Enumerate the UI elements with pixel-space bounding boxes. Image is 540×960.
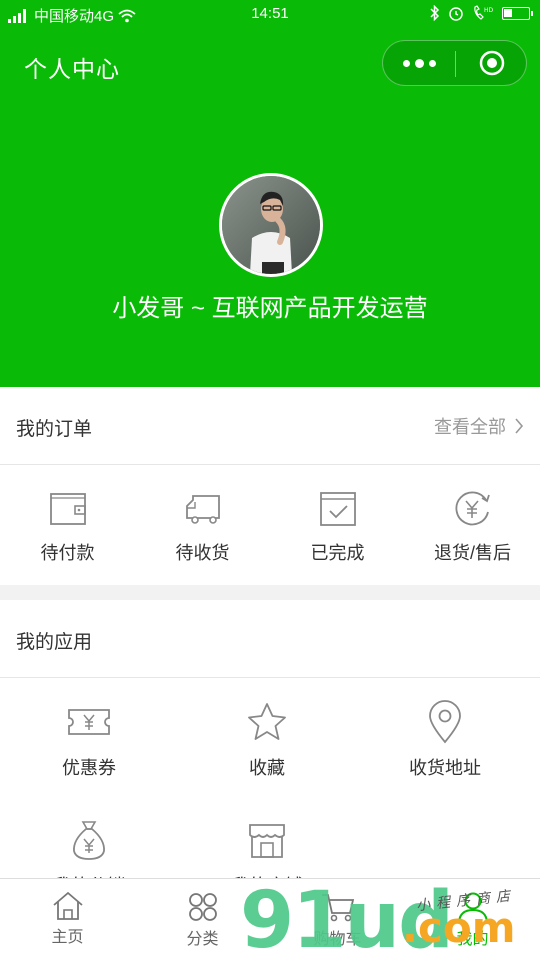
- tab-label: 购物车: [313, 931, 362, 948]
- alarm-icon: [449, 7, 463, 21]
- battery-icon: [502, 6, 533, 20]
- user-icon: [457, 892, 488, 923]
- more-button[interactable]: [383, 41, 455, 85]
- tab-label: 主页: [51, 929, 84, 946]
- order-label: 待付款: [40, 543, 95, 563]
- more-dot-icon: [414, 58, 424, 68]
- mini-program-capsule: [382, 40, 527, 86]
- tab-label: 分类: [186, 931, 219, 948]
- avatar[interactable]: [219, 173, 323, 277]
- wallet-icon: [49, 493, 86, 525]
- apps-header: 我的应用: [0, 600, 540, 678]
- shop-icon: [249, 824, 285, 858]
- check-box-icon: [319, 492, 356, 526]
- app-label: 收货地址: [409, 758, 481, 778]
- target-close-icon: [479, 50, 505, 76]
- username: 小发哥 ~ 互联网产品开发运营: [112, 295, 428, 322]
- order-label: 退货/售后: [433, 543, 511, 563]
- more-dot-icon: [402, 59, 410, 67]
- more-dot-icon: [428, 59, 436, 67]
- category-icon: [188, 893, 217, 921]
- battery-level: [504, 8, 512, 17]
- page-title: 个人中心: [24, 56, 120, 82]
- home-icon: [52, 891, 83, 920]
- svg-text:HD: HD: [484, 7, 494, 14]
- profile-header: 个人中心 小发哥 ~ 互联网产品开发运营: [0, 30, 540, 387]
- tab-label: 我的: [456, 931, 489, 948]
- order-label: 已完成: [310, 543, 365, 563]
- order-status-grid: 待付款 待收货 已完成 退货/售后: [0, 465, 540, 585]
- location-pin-icon: [429, 700, 461, 744]
- apps-section: 我的应用 优惠券 收藏 收货地址: [0, 600, 540, 896]
- star-icon: [248, 703, 286, 740]
- refund-icon: [455, 491, 490, 526]
- tab-cart[interactable]: 购物车: [270, 879, 405, 960]
- orders-section: 我的订单 查看全部 待付款 待收货 已完成 退货/售后: [0, 387, 540, 585]
- hd-call-icon: HD: [474, 5, 494, 20]
- chevron-right-icon: [515, 418, 524, 434]
- avatar-photo: [222, 176, 320, 274]
- bottom-tab-bar: 主页 分类 购物车 我的: [0, 878, 540, 960]
- view-all-label: 查看全部: [434, 417, 506, 437]
- app-favorites[interactable]: 收藏: [178, 678, 356, 796]
- coupon-icon: [68, 709, 110, 735]
- tab-home[interactable]: 主页: [0, 879, 135, 960]
- order-pending-payment[interactable]: 待付款: [0, 465, 135, 585]
- close-mini-program-button[interactable]: [456, 41, 528, 85]
- truck-icon: [185, 495, 220, 524]
- order-refund[interactable]: 退货/售后: [405, 465, 540, 585]
- order-pending-receipt[interactable]: 待收货: [135, 465, 270, 585]
- tab-category[interactable]: 分类: [135, 879, 270, 960]
- app-label: 优惠券: [62, 758, 116, 778]
- money-bag-icon: [73, 821, 105, 860]
- bluetooth-icon: [430, 5, 440, 21]
- status-bar: 中国移动4G 14:51 HD: [0, 0, 540, 30]
- orders-title: 我的订单: [16, 419, 93, 440]
- status-right: HD: [430, 5, 533, 21]
- app-label: 收藏: [249, 758, 285, 778]
- orders-header: 我的订单 查看全部: [0, 387, 540, 465]
- tab-mine[interactable]: 我的: [405, 879, 540, 960]
- app-coupons[interactable]: 优惠券: [0, 678, 178, 796]
- cart-icon: [321, 894, 354, 922]
- order-completed[interactable]: 已完成: [270, 465, 405, 585]
- view-all-orders-link[interactable]: 查看全部: [434, 413, 524, 439]
- order-label: 待收货: [175, 543, 230, 563]
- app-addresses[interactable]: 收货地址: [356, 678, 534, 796]
- apps-title: 我的应用: [16, 632, 93, 653]
